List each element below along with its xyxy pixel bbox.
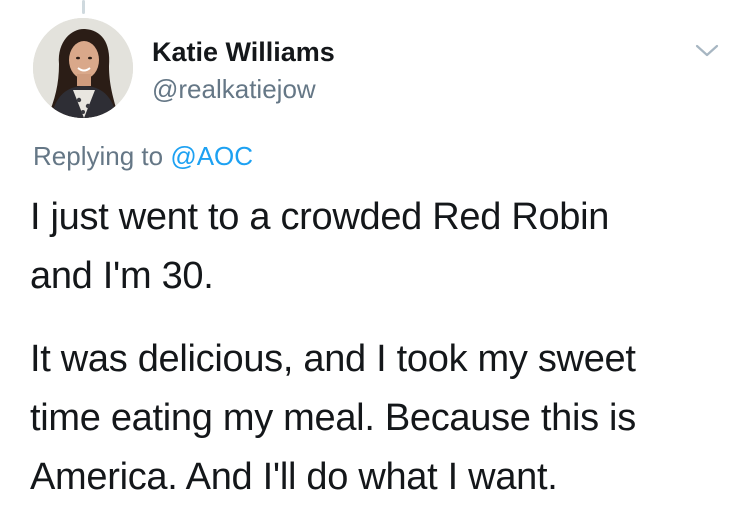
tweet-line: and I'm 30. (30, 255, 214, 297)
tweet-line: America. And I'll do what I want. (30, 456, 558, 498)
chevron-down-icon[interactable] (694, 40, 720, 60)
replying-to-line: Replying to @AOC (33, 141, 253, 172)
avatar-image (33, 18, 133, 118)
user-handle[interactable]: @realkatiejow (152, 74, 316, 105)
tweet-text: I just went to a crowded Red Robin and I… (30, 188, 730, 507)
tweet-paragraph: It was delicious, and I took my sweet ti… (30, 330, 730, 507)
replying-to-mention[interactable]: @AOC (170, 141, 253, 171)
tweet-paragraph: I just went to a crowded Red Robin and I… (30, 188, 730, 306)
tweet-line: I just went to a crowded Red Robin (30, 196, 610, 238)
display-name[interactable]: Katie Williams (152, 37, 335, 68)
avatar[interactable] (33, 18, 133, 118)
tweet-line: It was delicious, and I took my sweet (30, 338, 636, 380)
reply-thread-line (82, 0, 85, 14)
replying-to-label: Replying to (33, 141, 171, 171)
tweet-line: time eating my meal. Because this is (30, 397, 636, 439)
